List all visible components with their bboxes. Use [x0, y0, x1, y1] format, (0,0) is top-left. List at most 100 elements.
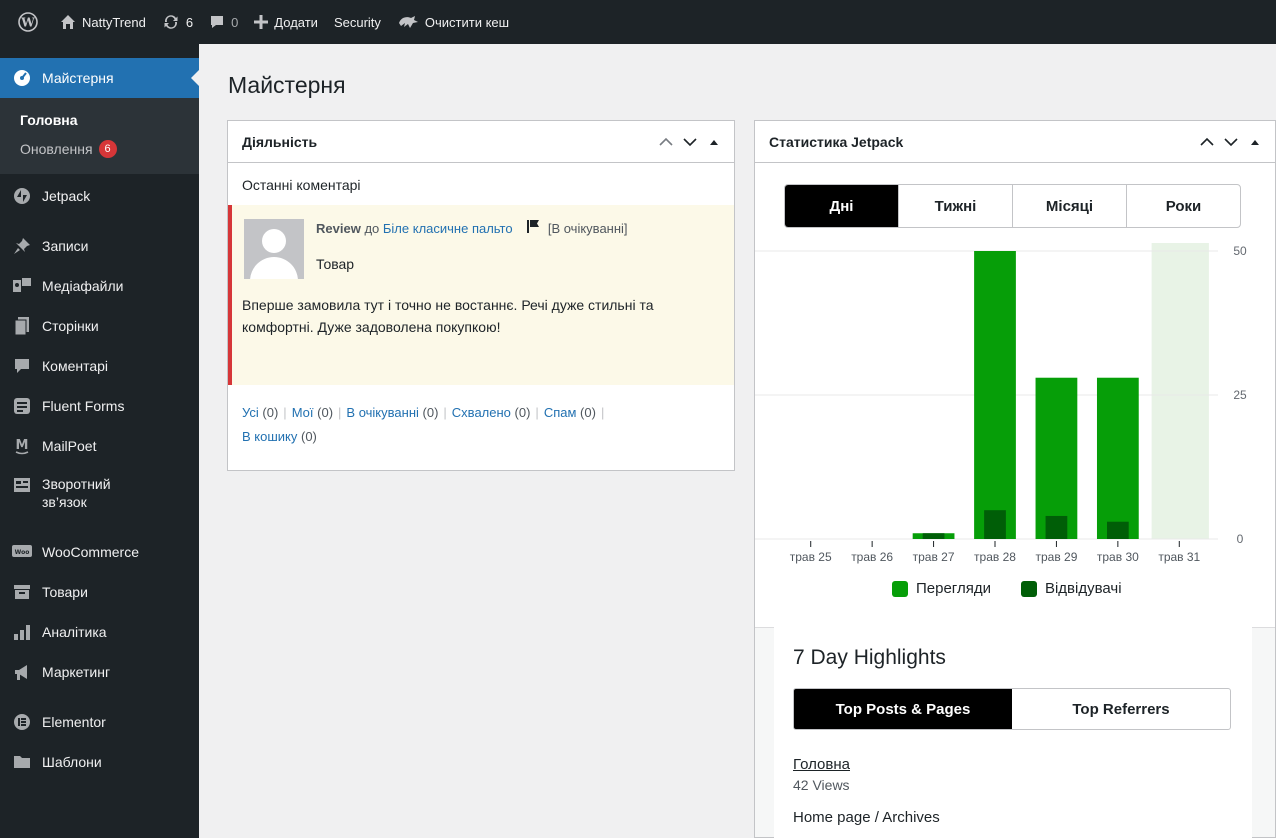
menu-templates-label: Шаблони	[42, 754, 102, 770]
wordpress-icon: W	[18, 12, 38, 32]
comment-post-link[interactable]: Біле класичне пальто	[383, 221, 513, 236]
x-tick-label: трав 26	[851, 550, 893, 564]
mailpoet-icon: M	[12, 436, 32, 456]
menu-mailpoet-label: MailPoet	[42, 438, 97, 454]
security-label: Security	[333, 14, 381, 30]
menu-mailpoet[interactable]: M MailPoet	[0, 426, 199, 466]
menu-pages-label: Сторінки	[42, 318, 99, 334]
cheetah-icon	[397, 14, 419, 30]
legend-views[interactable]: Перегляди	[892, 580, 991, 597]
menu-woocommerce-label: WooCommerce	[42, 544, 139, 560]
menu-comments[interactable]: Коментарі	[0, 346, 199, 386]
home-icon	[60, 14, 76, 30]
recent-comments-heading: Останні коментарі	[242, 177, 361, 193]
menu-feedback[interactable]: Зворотний зв’язок	[0, 466, 199, 522]
purge-cache-menu[interactable]: Очистити кеш	[389, 0, 517, 44]
admin-sidebar: Майстерня Головна Оновлення 6 Jetpack Зап…	[0, 44, 199, 838]
menu-marketing[interactable]: Маркетинг	[0, 652, 199, 692]
y-tick-label: 25	[1233, 388, 1247, 402]
dashboard-icon	[12, 68, 32, 88]
comment-item: Review до Біле класичне пальто [В очікув…	[228, 205, 734, 385]
new-content-menu[interactable]: Додати	[246, 0, 326, 44]
page-icon	[12, 316, 32, 336]
filter-trash[interactable]: В кошику	[242, 429, 297, 444]
jetpack-icon	[12, 186, 32, 206]
submenu-home[interactable]: Головна	[0, 106, 199, 134]
comments-count: 0	[231, 14, 239, 30]
filter-approved[interactable]: Схвалено	[452, 405, 511, 420]
widget-controls	[658, 137, 722, 147]
y-tick-label: 50	[1233, 244, 1247, 258]
move-down-icon[interactable]	[1223, 137, 1239, 147]
comment-bubble-icon	[209, 14, 225, 30]
move-up-icon[interactable]	[658, 137, 674, 147]
current-day-highlight	[1151, 243, 1209, 539]
visitors-bar	[1106, 521, 1129, 539]
stats-chart-area: Дні Тижні Місяці Роки 0 25 50 трав 25 трав 2…	[755, 163, 1275, 628]
stats-bar-chart: 0 25 50 трав 25 трав 26 трав 27 трав 28 трав 29…	[755, 243, 1247, 564]
submenu-updates[interactable]: Оновлення 6	[0, 134, 199, 164]
filter-all-count: (0)	[262, 405, 279, 420]
filter-spam[interactable]: Спам	[544, 405, 577, 420]
move-down-icon[interactable]	[682, 137, 698, 147]
post-title-link[interactable]: Home page / Archives	[793, 809, 940, 826]
menu-fluent-forms[interactable]: Fluent Forms	[0, 386, 199, 426]
comments-menu[interactable]: 0	[201, 0, 246, 44]
submenu-updates-label: Оновлення	[20, 141, 93, 157]
menu-templates[interactable]: Шаблони	[0, 742, 199, 782]
updates-count: 6	[185, 14, 194, 30]
tab-top-referrers[interactable]: Top Referrers	[1012, 689, 1230, 729]
visitors-bar	[1045, 515, 1068, 539]
menu-jetpack[interactable]: Jetpack	[0, 176, 199, 216]
menu-elementor[interactable]: Elementor	[0, 702, 199, 742]
highlights-title: 7 Day Highlights	[793, 646, 946, 669]
legend-views-swatch	[892, 580, 908, 597]
period-years[interactable]: Роки	[1126, 185, 1240, 227]
filter-mine[interactable]: Мої	[292, 405, 314, 420]
avatar	[244, 219, 304, 279]
updates-menu[interactable]: 6	[154, 0, 201, 44]
legend-views-label: Перегляди	[916, 580, 991, 597]
comment-to: до	[364, 221, 380, 236]
move-up-icon[interactable]	[1199, 137, 1215, 147]
comment-author: Review	[316, 221, 361, 236]
flag-icon	[526, 219, 540, 238]
svg-text:W: W	[20, 16, 35, 30]
period-months[interactable]: Місяці	[1012, 185, 1126, 227]
menu-products-label: Товари	[42, 584, 88, 600]
legend-visitors[interactable]: Відвідувачі	[1020, 580, 1122, 597]
filter-spam-count: (0)	[580, 405, 596, 420]
visitors-bar	[984, 510, 1006, 539]
archive-icon	[12, 582, 32, 602]
forms-icon	[12, 396, 32, 416]
svg-text:M: M	[16, 438, 29, 453]
menu-posts[interactable]: Записи	[0, 226, 199, 266]
menu-woocommerce[interactable]: Woo WooCommerce	[0, 532, 199, 572]
list-item: Головна 42 Views	[793, 756, 940, 793]
y-tick-label: 0	[1237, 532, 1244, 546]
collapse-toggle-icon[interactable]	[1247, 138, 1263, 146]
security-menu[interactable]: Security	[326, 0, 389, 44]
period-days[interactable]: Дні	[785, 185, 898, 227]
visitors-bar	[922, 533, 945, 539]
dashboard-submenu: Головна Оновлення 6	[0, 98, 199, 174]
period-weeks[interactable]: Тижні	[898, 185, 1012, 227]
filter-pending[interactable]: В очікуванні	[346, 405, 418, 420]
tab-top-posts[interactable]: Top Posts & Pages	[794, 689, 1012, 729]
x-tick-label: трав 29	[1035, 550, 1077, 564]
menu-products[interactable]: Товари	[0, 572, 199, 612]
stats-widget-title: Статистика Jetpack	[769, 133, 904, 150]
site-name-menu[interactable]: NattyTrend	[52, 0, 154, 44]
x-tick-label: трав 25	[790, 550, 832, 564]
wp-logo-menu[interactable]: W	[10, 0, 52, 44]
menu-media[interactable]: Медіафайли	[0, 266, 199, 306]
purge-cache-label: Очистити кеш	[424, 14, 510, 30]
legend-visitors-swatch	[1020, 580, 1037, 597]
menu-pages[interactable]: Сторінки	[0, 306, 199, 346]
filter-all[interactable]: Усі	[242, 405, 259, 420]
menu-analytics[interactable]: Аналітика	[0, 612, 199, 652]
post-title-link[interactable]: Головна	[793, 756, 940, 773]
jetpack-stats-widget: Статистика Jetpack Дні Тижні Місяці Роки…	[754, 120, 1276, 838]
collapse-toggle-icon[interactable]	[706, 138, 722, 146]
menu-dashboard[interactable]: Майстерня	[0, 58, 199, 98]
